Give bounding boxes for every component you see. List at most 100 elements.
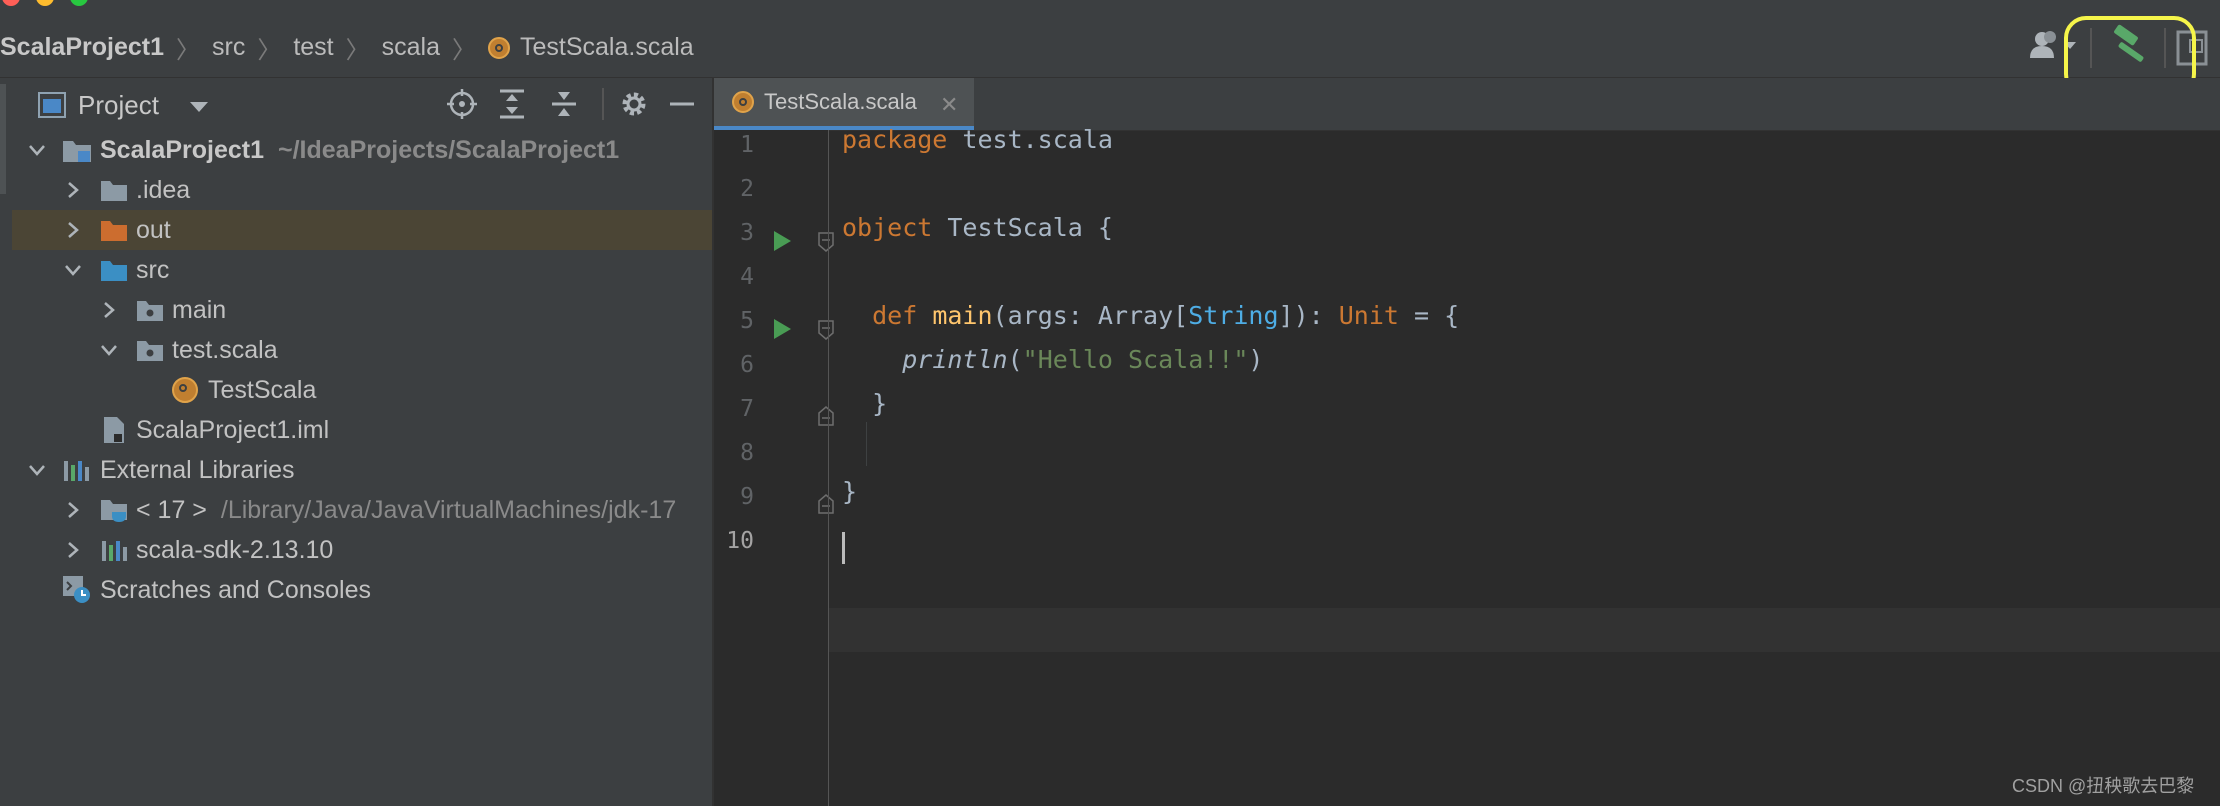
chevron-right-icon[interactable]	[98, 299, 120, 321]
breadcrumb-file-label: TestScala.scala	[520, 33, 694, 61]
scratches-icon	[63, 576, 90, 603]
tree-label-text: ScalaProject1	[100, 135, 264, 164]
tree-label: ScalaProject1.iml	[136, 415, 330, 444]
tree-label: scala-sdk-2.13.10	[136, 535, 334, 564]
chevron-down-icon[interactable]	[188, 100, 210, 114]
project-view-selector[interactable]: Project	[78, 90, 159, 121]
type-name: String	[1188, 301, 1279, 330]
package-folder-icon	[137, 301, 163, 321]
tree-node-src[interactable]: src	[12, 250, 712, 290]
breadcrumb-project[interactable]: ScalaProject1	[0, 33, 164, 62]
indent-guide	[866, 422, 867, 466]
gutter-separator	[828, 130, 829, 806]
code-text-span: )	[1248, 345, 1264, 374]
code-text-span: = {	[1398, 301, 1460, 330]
chevron-right-icon[interactable]	[62, 539, 84, 561]
package-folder-icon	[137, 341, 163, 361]
tab-label: TestScala.scala	[764, 89, 917, 114]
library-icon	[64, 461, 89, 481]
tree-node-out[interactable]: out	[12, 210, 712, 250]
tree-node-main[interactable]: main	[12, 290, 712, 330]
project-panel-header: Project	[12, 78, 712, 130]
fold-icon[interactable]	[818, 232, 834, 252]
project-tool-window: Project ScalaProject1 ~/IdeaProjects/Sca…	[12, 78, 714, 806]
editor-gutter: 1 2 3 4 5 6 7 8 9 10	[714, 130, 834, 806]
chevron-down-icon[interactable]	[26, 139, 48, 161]
code-line-5: def main(args: Array[String]): Unit = {	[842, 294, 1459, 338]
tree-node-idea[interactable]: .idea	[12, 170, 712, 210]
expand-all-icon[interactable]	[496, 88, 528, 120]
chevron-down-icon[interactable]	[26, 459, 48, 481]
tree-node-testscala[interactable]: TestScala	[12, 370, 712, 410]
keyword: package	[842, 125, 948, 154]
locate-icon[interactable]	[446, 88, 478, 120]
breadcrumb-separator-icon: 〉	[176, 37, 200, 64]
code-text-span: TestScala {	[932, 213, 1113, 242]
keyword: object	[842, 213, 933, 242]
collapse-all-icon[interactable]	[548, 88, 580, 120]
type-name: Unit	[1338, 301, 1399, 330]
chevron-right-icon[interactable]	[62, 219, 84, 241]
breadcrumb-src[interactable]: src	[212, 33, 245, 62]
line-number: 1	[740, 132, 754, 158]
line-number: 5	[740, 308, 754, 334]
tree-node-scratches[interactable]: Scratches and Consoles	[12, 570, 712, 610]
gear-icon[interactable]	[618, 88, 650, 120]
code-text-span: ]):	[1278, 301, 1339, 330]
close-window-button[interactable]	[2, 0, 20, 6]
run-icon[interactable]	[772, 230, 792, 252]
tree-path: ~/IdeaProjects/ScalaProject1	[278, 135, 620, 164]
chevron-right-icon[interactable]	[62, 179, 84, 201]
tree-node-external-libraries[interactable]: External Libraries	[12, 450, 712, 490]
breadcrumb-separator-icon: 〉	[257, 37, 282, 64]
zoom-window-button[interactable]	[70, 0, 88, 6]
fold-end-icon[interactable]	[818, 494, 834, 514]
breadcrumb-scala[interactable]: scala	[382, 33, 440, 62]
code-text-span: test.scala	[947, 125, 1113, 154]
chevron-down-icon[interactable]	[62, 259, 84, 281]
scala-object-icon	[488, 36, 510, 59]
current-line-highlight	[829, 608, 2220, 652]
tree-node-iml[interactable]: ScalaProject1.iml	[12, 410, 712, 450]
tree-node-jdk[interactable]: < 17 > /Library/Java/JavaVirtualMachines/…	[12, 490, 712, 530]
breadcrumb-test[interactable]: test	[293, 33, 333, 62]
code-line-3: object TestScala {	[842, 206, 1113, 250]
line-number: 9	[740, 484, 754, 510]
text-caret	[842, 532, 845, 564]
run-icon[interactable]	[772, 318, 792, 340]
tree-label: External Libraries	[100, 455, 295, 484]
line-number: 2	[740, 176, 754, 202]
chevron-right-icon[interactable]	[62, 499, 84, 521]
editor-area: TestScala.scala ✕ 1 2 3 4 5 6 7 8 9 10 p…	[714, 78, 2220, 806]
minimize-window-button[interactable]	[36, 0, 54, 6]
fold-end-icon[interactable]	[818, 406, 834, 426]
code-text-span: (	[1007, 345, 1023, 374]
code-line-7: }	[842, 389, 888, 418]
tree-path: /Library/Java/JavaVirtualMachines/jdk-17	[220, 495, 677, 524]
tree-node-scalaproject1[interactable]: ScalaProject1 ~/IdeaProjects/ScalaProject…	[12, 130, 712, 170]
chevron-down-icon[interactable]	[98, 339, 120, 361]
tree-label: test.scala	[172, 335, 278, 364]
navigation-bar: ScalaProject1 〉 src 〉 test 〉 scala 〉 Tes…	[0, 0, 2220, 96]
minimize-icon[interactable]	[666, 88, 698, 120]
breadcrumb-file[interactable]: TestScala.scala	[488, 33, 694, 62]
tree-node-scala-sdk[interactable]: scala-sdk-2.13.10	[12, 530, 712, 570]
module-folder-icon	[63, 141, 91, 162]
scala-object-icon	[172, 377, 198, 403]
project-tool-tab[interactable]	[0, 84, 6, 194]
scala-object-icon	[732, 91, 754, 113]
close-icon[interactable]: ✕	[940, 92, 958, 118]
tree-label: TestScala	[208, 375, 317, 404]
breadcrumb-separator-icon: 〉	[345, 37, 370, 64]
tree-node-test-scala[interactable]: test.scala	[12, 330, 712, 370]
jdk-folder-icon	[101, 500, 127, 522]
line-number: 7	[740, 396, 754, 422]
line-number: 3	[740, 220, 754, 246]
tree-label: Scratches and Consoles	[100, 575, 371, 604]
line-number: 8	[740, 440, 754, 466]
string-literal: "Hello Scala!!"	[1022, 345, 1249, 374]
fold-icon[interactable]	[818, 320, 834, 340]
